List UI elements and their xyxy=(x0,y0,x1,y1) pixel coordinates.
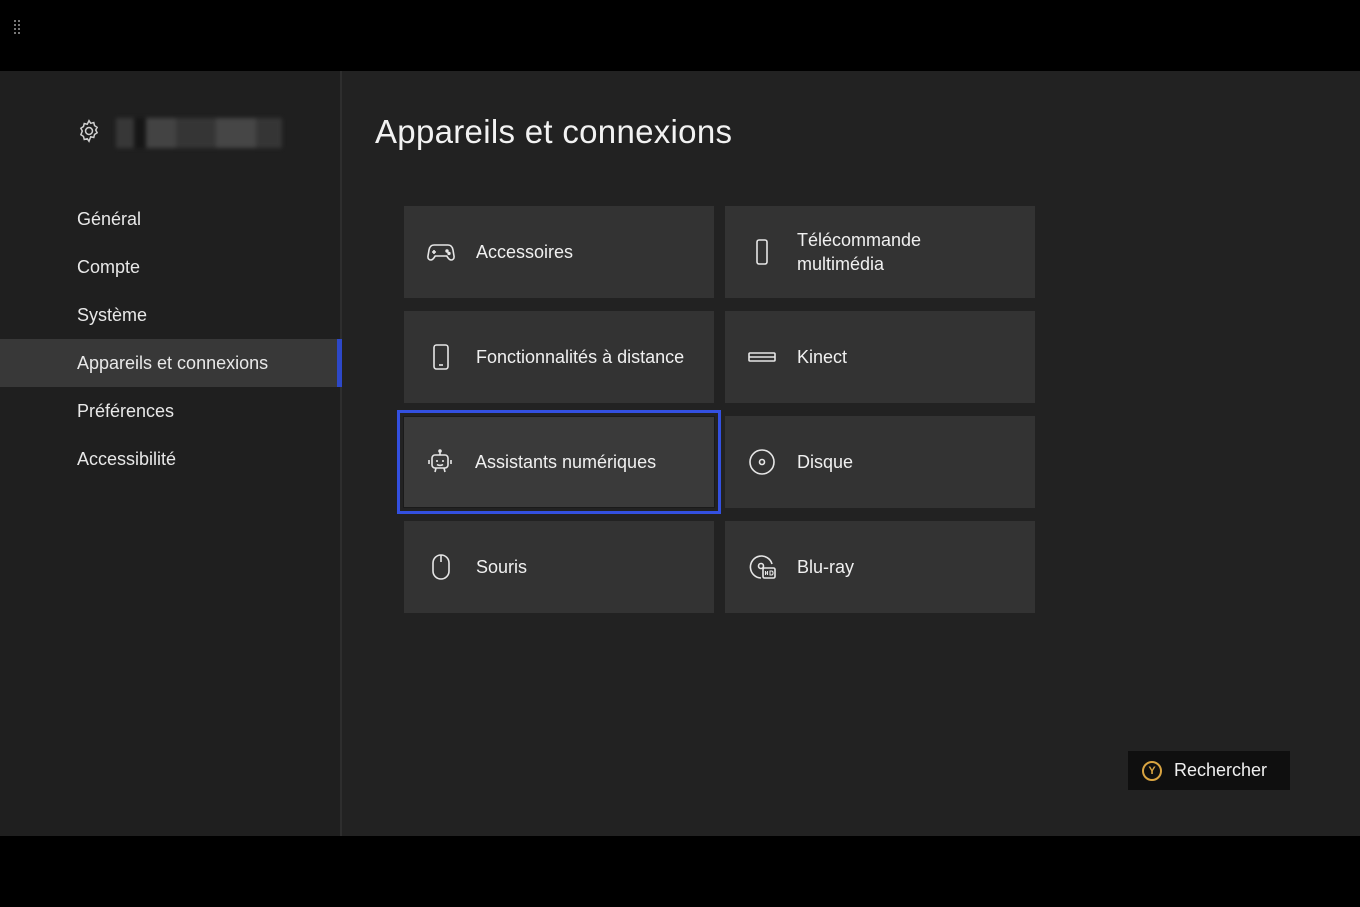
top-bar xyxy=(0,0,1360,71)
sidebar-item-label: Préférences xyxy=(77,401,175,421)
sidebar-item-general[interactable]: Général xyxy=(0,195,340,243)
sidebar-item-devices-connections[interactable]: Appareils et connexions xyxy=(0,339,342,387)
sidebar-item-label: Compte xyxy=(77,257,141,277)
tile-remote-features[interactable]: Fonctionnalités à distance xyxy=(404,311,714,403)
tile-label: Souris xyxy=(476,557,528,577)
y-button-icon: Y xyxy=(1142,760,1162,781)
sidebar: Général Compte Système Appareils et conn… xyxy=(0,71,342,836)
drag-handle-icon xyxy=(14,20,22,36)
tile-label: Kinect xyxy=(797,347,848,367)
tile-label: Fonctionnalités à distance xyxy=(476,347,685,367)
search-button[interactable]: Y Rechercher xyxy=(1128,751,1290,790)
sidebar-item-label: Général xyxy=(77,209,142,229)
gamepad-icon xyxy=(426,237,456,267)
search-button-label: Rechercher xyxy=(1174,760,1268,780)
gear-icon xyxy=(79,119,99,143)
settings-screen: Général Compte Système Appareils et conn… xyxy=(0,71,1360,836)
sidebar-item-label: Accessibilité xyxy=(77,449,177,469)
tile-disc[interactable]: Disque xyxy=(725,416,1035,508)
sidebar-item-accessibility[interactable]: Accessibilité xyxy=(0,435,340,483)
sidebar-item-label: Appareils et connexions xyxy=(77,353,269,373)
tile-label: Blu-ray xyxy=(797,557,855,577)
tile-accessories[interactable]: Accessoires xyxy=(404,206,714,298)
tile-bluray[interactable]: Blu-ray xyxy=(725,521,1035,613)
tile-label: Accessoires xyxy=(476,242,574,262)
disc-icon xyxy=(747,447,777,477)
tile-label-line: multimédia xyxy=(797,254,885,274)
kinect-icon xyxy=(747,342,777,372)
robot-icon xyxy=(425,447,455,477)
sidebar-nav: Général Compte Système Appareils et conn… xyxy=(0,195,342,483)
tile-digital-assistants[interactable]: Assistants numériques xyxy=(397,410,721,514)
tile-label-line: Télécommande xyxy=(797,230,922,250)
sidebar-item-label: Système xyxy=(77,305,148,325)
tile-label: Disque xyxy=(797,452,854,472)
gamertag-blurred xyxy=(116,118,282,148)
bluray-icon xyxy=(747,552,777,582)
sidebar-item-account[interactable]: Compte xyxy=(0,243,340,291)
mouse-icon xyxy=(426,552,456,582)
tile-kinect[interactable]: Kinect xyxy=(725,311,1035,403)
page-title: Appareils et connexions xyxy=(375,113,733,150)
sidebar-item-system[interactable]: Système xyxy=(0,291,340,339)
phone-icon xyxy=(426,342,456,372)
bottom-bar xyxy=(0,836,1360,907)
tile-media-remote[interactable]: Télécommande multimédia xyxy=(725,206,1035,298)
sidebar-item-preferences[interactable]: Préférences xyxy=(0,387,340,435)
tile-mouse[interactable]: Souris xyxy=(404,521,714,613)
tile-label: Télécommande multimédia xyxy=(797,228,921,276)
tile-label: Assistants numériques xyxy=(475,452,657,472)
remote-icon xyxy=(747,237,777,267)
